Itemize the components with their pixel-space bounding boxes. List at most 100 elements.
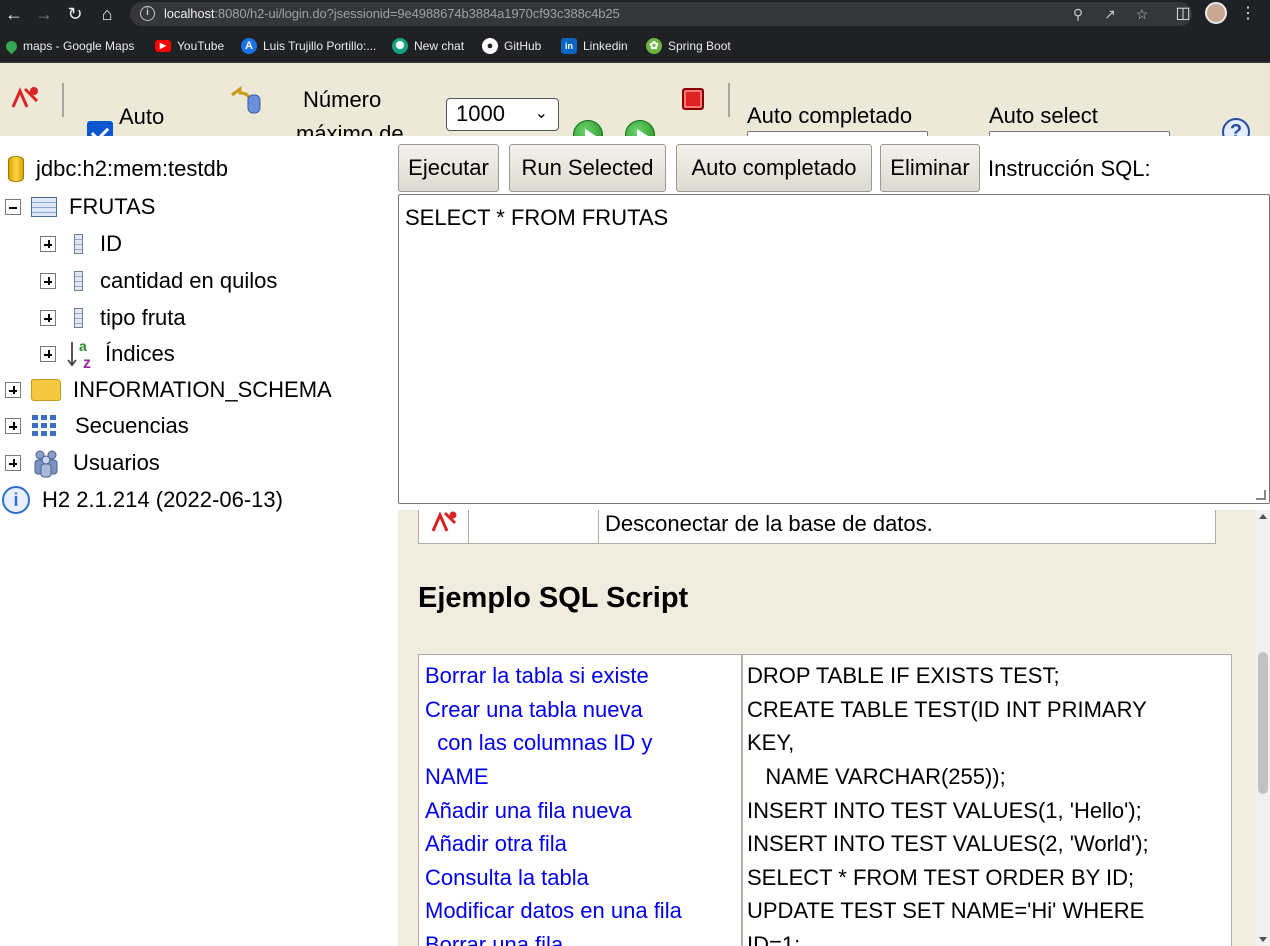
home-icon[interactable]: ⌂ [95, 2, 119, 26]
tree-table-frutas[interactable]: FRUTAS [5, 191, 155, 223]
bookmark-github[interactable]: ● GitHub [482, 37, 541, 55]
query-panel: Ejecutar Run Selected Auto completado El… [398, 136, 1270, 946]
browser-toolbar: ← → ↻ ⌂ i localhost:8080/h2-ui/login.do?… [0, 0, 1270, 28]
bookmark-label: YouTube [177, 39, 225, 53]
tree-column-cantidad[interactable]: cantidad en quilos [40, 265, 277, 297]
tree-connection-label: jdbc:h2:mem:testdb [36, 156, 228, 181]
sequences-icon [32, 415, 56, 436]
execute-button[interactable]: Ejecutar [398, 144, 499, 192]
table-icon [31, 197, 57, 217]
tree-sequences[interactable]: Secuencias [5, 410, 189, 442]
example-link[interactable]: con las columnas ID y [425, 730, 652, 756]
example-link[interactable]: Añadir una fila nueva [425, 798, 632, 824]
tree-connection[interactable]: jdbc:h2:mem:testdb [8, 153, 228, 185]
sql-text[interactable]: SELECT * FROM FRUTAS [405, 205, 668, 230]
tree-indexes[interactable]: a z Índices [40, 338, 175, 370]
clear-button[interactable]: Eliminar [880, 144, 980, 192]
run-icon[interactable] [573, 120, 603, 136]
bookmark-linkedin[interactable]: in Linkedin [561, 37, 628, 55]
example-sql-line: INSERT INTO TEST VALUES(1, 'Hello'); [747, 798, 1142, 823]
tree-users[interactable]: Usuarios [5, 447, 160, 479]
example-link[interactable]: Borrar la tabla si existe [425, 663, 649, 689]
side-panel-icon[interactable]: ◫ [1171, 2, 1195, 26]
max-rows-label-line1: Número [303, 87, 382, 112]
tree-version: i H2 2.1.214 (2022-06-13) [2, 484, 283, 516]
auto-commit-checkbox[interactable] [87, 121, 113, 136]
stop-icon[interactable] [682, 88, 704, 110]
expand-icon[interactable] [40, 236, 56, 252]
tree-column-id[interactable]: ID [40, 228, 122, 260]
github-icon: ● [482, 38, 498, 54]
expand-icon[interactable] [40, 273, 56, 289]
example-sql-line: NAME VARCHAR(255)); [747, 764, 1006, 789]
resize-grip-icon[interactable] [1256, 490, 1266, 500]
version-label: H2 2.1.214 (2022-06-13) [42, 487, 283, 512]
example-sql-line: INSERT INTO TEST VALUES(2, 'World'); [747, 831, 1149, 856]
example-link[interactable]: NAME [425, 764, 489, 790]
run-selected-button[interactable]: Run Selected [509, 144, 666, 192]
h2-toolbar: Auto Número máximo de 1000 ⌄ Auto comple… [0, 63, 1270, 136]
bookmark-label: maps - Google Maps [23, 39, 135, 53]
max-rows-value: 1000 [456, 101, 505, 126]
help-icon[interactable]: ? [1222, 118, 1250, 136]
disconnect-icon[interactable] [10, 85, 40, 111]
auto-complete-button[interactable]: Auto completado [676, 144, 872, 192]
example-link[interactable]: Añadir otra fila [425, 831, 567, 857]
help-action-cell [469, 510, 599, 543]
forward-icon[interactable]: → [32, 2, 56, 26]
collapse-icon[interactable] [5, 199, 21, 215]
linkedin-icon: in [561, 38, 577, 54]
svg-text:z: z [83, 355, 91, 370]
url-text[interactable]: localhost:8080/h2-ui/login.do?jsessionid… [164, 6, 620, 21]
openai-icon: ✺ [392, 38, 408, 54]
tree-column-tipo[interactable]: tipo fruta [40, 302, 186, 334]
tree-table-label: FRUTAS [69, 194, 156, 219]
column-icon [74, 271, 83, 291]
run-selected-icon[interactable] [625, 120, 655, 136]
expand-icon[interactable] [5, 455, 21, 471]
bookmark-maps[interactable]: maps - Google Maps [3, 37, 135, 55]
menu-kebab-icon[interactable]: ⋮ [1236, 2, 1260, 26]
example-link[interactable]: Consulta la tabla [425, 865, 589, 891]
expand-icon[interactable] [40, 310, 56, 326]
expand-icon[interactable] [5, 382, 21, 398]
bookmark-spring[interactable]: ✿ Spring Boot [646, 37, 731, 55]
bookmark-label: Linkedin [583, 39, 628, 53]
scroll-down-icon[interactable] [1259, 937, 1267, 942]
bookmark-label: Spring Boot [668, 39, 731, 53]
reload-icon[interactable]: ↻ [63, 2, 87, 26]
column-icon [74, 308, 83, 328]
tree-information-schema[interactable]: INFORMATION_SCHEMA [5, 374, 332, 406]
example-link[interactable]: Borrar una fila [425, 932, 563, 946]
expand-icon[interactable] [5, 418, 21, 434]
bookmark-star-icon[interactable]: ☆ [1132, 4, 1152, 24]
folder-icon [31, 379, 61, 401]
address-bar[interactable]: i localhost:8080/h2-ui/login.do?jsession… [130, 2, 1192, 26]
profile-avatar[interactable] [1205, 2, 1227, 24]
share-icon[interactable]: ↗ [1100, 4, 1120, 24]
tree-schema-label: INFORMATION_SCHEMA [73, 377, 332, 402]
example-link[interactable]: Modificar datos en una fila [425, 898, 682, 924]
browser-window: ← → ↻ ⌂ i localhost:8080/h2-ui/login.do?… [0, 0, 1270, 946]
help-scrollbar[interactable] [1256, 510, 1270, 946]
help-icon-cell [419, 510, 469, 543]
bookmark-new-chat[interactable]: ✺ New chat [392, 37, 464, 55]
bookmark-luis[interactable]: A Luis Trujillo Portillo:... [241, 37, 376, 55]
example-sql-line: KEY, [747, 730, 795, 755]
bookmark-youtube[interactable]: ▶ YouTube [155, 37, 224, 55]
scrollbar-thumb[interactable] [1258, 652, 1268, 794]
max-rows-label-line2: máximo de [296, 121, 404, 136]
zoom-icon[interactable]: ⚲ [1068, 4, 1088, 24]
rollback-icon[interactable] [228, 85, 264, 115]
example-link[interactable]: Crear una tabla nueva [425, 697, 643, 723]
expand-icon[interactable] [40, 346, 56, 362]
tree-column-label: ID [100, 231, 122, 256]
toolbar-separator [62, 83, 64, 117]
site-info-icon[interactable]: i [140, 6, 155, 21]
sql-editor[interactable]: SELECT * FROM FRUTAS [398, 194, 1270, 504]
back-icon[interactable]: ← [2, 2, 26, 26]
a-logo-icon: A [241, 38, 257, 54]
scroll-up-icon[interactable] [1259, 514, 1267, 519]
index-az-icon: a z [67, 338, 91, 370]
max-rows-select[interactable]: 1000 ⌄ [446, 98, 559, 131]
